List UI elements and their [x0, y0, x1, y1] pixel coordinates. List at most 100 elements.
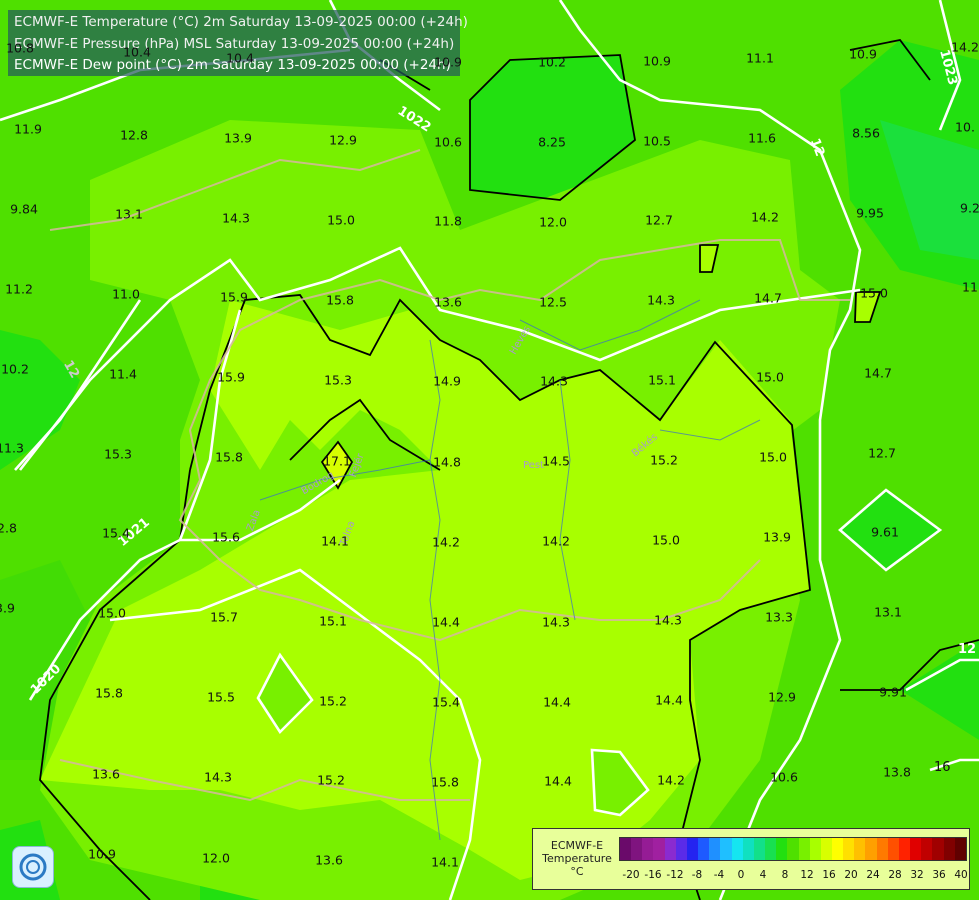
temperature-value-label: 14.1 [431, 854, 459, 870]
temperature-value-label: 14.5 [542, 453, 570, 469]
temperature-value-label: 13.6 [92, 766, 120, 782]
temperature-value-label: 11.0 [112, 286, 140, 302]
legend-color-swatch [653, 838, 665, 860]
temperature-value-label: 14.1 [321, 533, 349, 549]
temperature-value-label: 15.8 [215, 449, 243, 465]
legend-color-swatch [910, 838, 922, 860]
legend-tick-label: 0 [737, 869, 745, 881]
legend-color-swatch [664, 838, 676, 860]
legend-color-swatch [675, 838, 687, 860]
legend-color-swatch [686, 838, 699, 860]
temperature-value-label: 15.4 [102, 525, 130, 541]
temperature-value-label: 11.8 [434, 213, 462, 229]
legend-color-swatch [876, 838, 888, 860]
temperature-value-label: 9.84 [10, 201, 38, 217]
temperature-value-label: 15.6 [212, 529, 240, 545]
isobar-label: 12 [958, 642, 977, 657]
temperature-value-label: 14.2 [432, 534, 460, 550]
temperature-value-label: 14.3 [204, 769, 232, 785]
temperature-value-label: 15.7 [210, 609, 238, 625]
title-temperature: ECMWF-E Temperature (°C) 2m Saturday 13-… [14, 14, 468, 30]
legend-color-swatch [843, 838, 855, 860]
legend-color-swatch [698, 838, 710, 860]
temperature-value-label: 11.6 [748, 130, 776, 146]
temperature-value-label: 12.9 [329, 132, 357, 148]
legend-tick-label: 12 [800, 869, 814, 881]
legend-tick-label: -4 [713, 869, 725, 881]
temperature-value-label: 14.7 [754, 290, 782, 306]
temperature-value-label: 15.9 [220, 289, 248, 305]
temperature-value-label: 11. [962, 279, 979, 295]
legend-colorbar [619, 837, 967, 861]
temperature-value-label: 15.2 [317, 772, 345, 788]
temperature-value-label: 10.2 [538, 54, 566, 70]
temperature-value-label: 15.0 [327, 212, 355, 228]
temperature-value-label: 14.4 [544, 773, 572, 789]
temperature-value-label: 11.2 [5, 281, 33, 297]
legend-color-swatch [865, 838, 877, 860]
temperature-value-label: 15.2 [650, 452, 678, 468]
temperature-value-label: 15.3 [324, 372, 352, 388]
temperature-value-label: 9.61 [871, 524, 899, 540]
temperature-value-label: 11.3 [0, 440, 24, 456]
legend-caption: ECMWF-E Temperature °C [535, 839, 619, 878]
temperature-value-label: 13.1 [874, 604, 902, 620]
legend-color-swatch [765, 838, 777, 860]
temperature-value-label: 15.0 [652, 532, 680, 548]
isobar-label: 16 [934, 760, 951, 775]
temperature-value-label: 15.9 [217, 369, 245, 385]
temperature-value-label: 8.56 [852, 125, 880, 141]
temperature-value-label: 14.2 [542, 533, 570, 549]
temperature-value-label: 15.4 [432, 694, 460, 710]
temperature-value-label: 11.9 [14, 121, 42, 137]
temperature-value-label: 12.5 [539, 294, 567, 310]
temperature-value-label: 14.2 [751, 209, 779, 225]
temperature-value-label: 15.2 [319, 693, 347, 709]
temperature-value-label: 15.1 [648, 372, 676, 388]
legend-color-swatch [943, 838, 955, 860]
temperature-value-label: 10.6 [770, 769, 798, 785]
temperature-value-label: 15.0 [860, 285, 888, 301]
temperature-value-label: 14.3 [542, 614, 570, 630]
legend-tick-label: -16 [644, 869, 662, 881]
river-label: Pest [523, 460, 544, 471]
temperature-value-label: 13.9 [763, 529, 791, 545]
temperature-value-label: 12.8 [120, 127, 148, 143]
temperature-value-label: 15.8 [95, 685, 123, 701]
legend-color-swatch [753, 838, 766, 860]
legend-tick-label: -8 [691, 869, 703, 881]
legend-color-swatch [854, 838, 866, 860]
temperature-value-label: 14.7 [864, 365, 892, 381]
title-panel: ECMWF-E Temperature (°C) 2m Saturday 13-… [8, 10, 468, 76]
temperature-value-label: 15.8 [326, 292, 354, 308]
legend-color-swatch [898, 838, 911, 860]
temperature-value-label: 14.4 [543, 694, 571, 710]
temperature-value-label: 13.9 [224, 130, 252, 146]
temperature-value-label: 14.3 [654, 612, 682, 628]
legend-color-swatch [742, 838, 754, 860]
temperature-value-label: 13.3 [765, 609, 793, 625]
temperature-legend: ECMWF-E Temperature °C -20 -16 -12 -8 -4 0 4 8 1… [532, 828, 970, 890]
temperature-value-label: 12.0 [202, 850, 230, 866]
temperature-value-label: 13.6 [434, 294, 462, 310]
temperature-value-label: 11.1 [746, 50, 774, 66]
legend-tick-label: 4 [759, 869, 767, 881]
temperature-value-label: 14.2 [657, 772, 685, 788]
legend-color-swatch [776, 838, 788, 860]
legend-caption-line: °C [570, 865, 584, 878]
legend-color-swatch [921, 838, 933, 860]
legend-color-swatch [787, 838, 799, 860]
temperature-value-label: 10.4 [226, 50, 254, 66]
legend-tick-label: 36 [932, 869, 946, 881]
legend-tick-label: 32 [910, 869, 924, 881]
temperature-value-label: 17.1 [323, 453, 351, 469]
temperature-value-label: 14.2 [951, 39, 979, 55]
temperature-value-label: 15.0 [756, 369, 784, 385]
temperature-value-label: 2.8 [0, 520, 17, 536]
temperature-value-label: 8.25 [538, 134, 566, 150]
legend-color-swatch [954, 838, 966, 860]
temperature-value-label: 14.3 [540, 373, 568, 389]
temperature-value-label: 14.8 [433, 454, 461, 470]
legend-color-swatch [631, 838, 643, 860]
legend-tick-label: 24 [866, 869, 880, 881]
